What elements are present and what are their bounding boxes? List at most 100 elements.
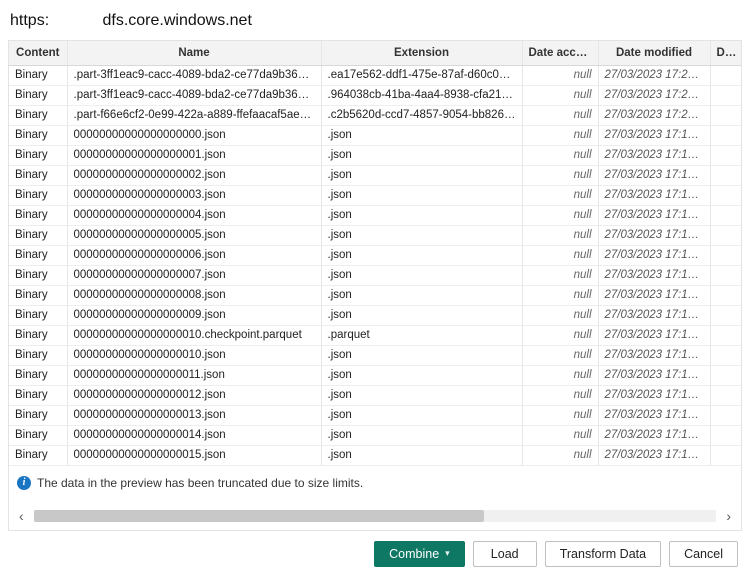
cell-content[interactable]: Binary — [9, 405, 67, 425]
cell-name[interactable]: 00000000000000000008.json — [67, 285, 321, 305]
horizontal-scrollbar[interactable]: ‹ › — [9, 504, 741, 530]
cell-name[interactable]: 00000000000000000001.json — [67, 145, 321, 165]
table-row[interactable]: Binary00000000000000000014.json.jsonnull… — [9, 425, 742, 445]
cell-content[interactable]: Binary — [9, 105, 67, 125]
col-header-date-accessed[interactable]: Date accessed — [522, 41, 598, 65]
cell-extension[interactable]: .json — [321, 345, 522, 365]
cell-extension[interactable]: .json — [321, 385, 522, 405]
scroll-left-icon[interactable]: ‹ — [17, 508, 26, 524]
cell-content[interactable]: Binary — [9, 145, 67, 165]
col-header-date-created[interactable]: Date c — [710, 41, 742, 65]
cell-extension[interactable]: .json — [321, 445, 522, 465]
cell-name[interactable]: .part-3ff1eac9-cacc-4089-bda2-ce77da9b36… — [67, 85, 321, 105]
table-row[interactable]: Binary00000000000000000010.json.jsonnull… — [9, 345, 742, 365]
col-header-date-modified[interactable]: Date modified — [598, 41, 710, 65]
table-row[interactable]: Binary00000000000000000000.json.jsonnull… — [9, 125, 742, 145]
cell-date-created — [710, 85, 742, 105]
cell-extension[interactable]: .json — [321, 425, 522, 445]
table-row[interactable]: Binary.part-f66e6cf2-0e99-422a-a889-ffef… — [9, 105, 742, 125]
cell-content[interactable]: Binary — [9, 285, 67, 305]
cell-content[interactable]: Binary — [9, 365, 67, 385]
info-icon: i — [17, 476, 31, 490]
cell-content[interactable]: Binary — [9, 445, 67, 465]
load-button[interactable]: Load — [473, 541, 537, 567]
combine-button[interactable]: Combine ▾ — [374, 541, 465, 567]
col-header-content[interactable]: Content — [9, 41, 67, 65]
cell-extension[interactable]: .json — [321, 125, 522, 145]
col-header-name[interactable]: Name — [67, 41, 321, 65]
col-header-extension[interactable]: Extension — [321, 41, 522, 65]
cell-name[interactable]: .part-3ff1eac9-cacc-4089-bda2-ce77da9b36… — [67, 65, 321, 85]
cell-name[interactable]: 00000000000000000011.json — [67, 365, 321, 385]
cell-name[interactable]: 00000000000000000005.json — [67, 225, 321, 245]
cell-extension[interactable]: .json — [321, 205, 522, 225]
table-row[interactable]: Binary00000000000000000006.json.jsonnull… — [9, 245, 742, 265]
cell-extension[interactable]: .json — [321, 185, 522, 205]
cell-name[interactable]: 00000000000000000003.json — [67, 185, 321, 205]
preview-pane: Content Name Extension Date accessed Dat… — [8, 40, 742, 531]
cell-name[interactable]: 00000000000000000006.json — [67, 245, 321, 265]
table-row[interactable]: Binary.part-3ff1eac9-cacc-4089-bda2-ce77… — [9, 85, 742, 105]
table-row[interactable]: Binary00000000000000000003.json.jsonnull… — [9, 185, 742, 205]
table-row[interactable]: Binary00000000000000000008.json.jsonnull… — [9, 285, 742, 305]
cell-name[interactable]: 00000000000000000009.json — [67, 305, 321, 325]
cell-name[interactable]: 00000000000000000002.json — [67, 165, 321, 185]
cell-content[interactable]: Binary — [9, 65, 67, 85]
cell-extension[interactable]: .json — [321, 285, 522, 305]
cell-content[interactable]: Binary — [9, 425, 67, 445]
cell-name[interactable]: 00000000000000000015.json — [67, 445, 321, 465]
table-row[interactable]: Binary00000000000000000010.checkpoint.pa… — [9, 325, 742, 345]
cell-extension[interactable]: .json — [321, 365, 522, 385]
scrollbar-track[interactable] — [34, 510, 717, 522]
cancel-button[interactable]: Cancel — [669, 541, 738, 567]
cell-date-accessed: null — [522, 225, 598, 245]
cell-content[interactable]: Binary — [9, 225, 67, 245]
cell-extension[interactable]: .json — [321, 405, 522, 425]
table-row[interactable]: Binary00000000000000000002.json.jsonnull… — [9, 165, 742, 185]
table-row[interactable]: Binary00000000000000000007.json.jsonnull… — [9, 265, 742, 285]
table-row[interactable]: Binary00000000000000000011.json.jsonnull… — [9, 365, 742, 385]
cell-name[interactable]: 00000000000000000000.json — [67, 125, 321, 145]
cell-extension[interactable]: .json — [321, 225, 522, 245]
cell-name[interactable]: 00000000000000000012.json — [67, 385, 321, 405]
cell-date-created — [710, 65, 742, 85]
table-row[interactable]: Binary.part-3ff1eac9-cacc-4089-bda2-ce77… — [9, 65, 742, 85]
cell-content[interactable]: Binary — [9, 325, 67, 345]
scroll-right-icon[interactable]: › — [724, 508, 733, 524]
cell-extension[interactable]: .json — [321, 305, 522, 325]
cell-content[interactable]: Binary — [9, 165, 67, 185]
table-row[interactable]: Binary00000000000000000012.json.jsonnull… — [9, 385, 742, 405]
cell-content[interactable]: Binary — [9, 125, 67, 145]
cell-extension[interactable]: .json — [321, 145, 522, 165]
cell-extension[interactable]: .json — [321, 165, 522, 185]
cell-extension[interactable]: .964038cb-41ba-4aa4-8938-cfa21930555b — [321, 85, 522, 105]
cell-name[interactable]: 00000000000000000014.json — [67, 425, 321, 445]
cell-name[interactable]: 00000000000000000004.json — [67, 205, 321, 225]
table-row[interactable]: Binary00000000000000000015.json.jsonnull… — [9, 445, 742, 465]
cell-content[interactable]: Binary — [9, 265, 67, 285]
table-row[interactable]: Binary00000000000000000005.json.jsonnull… — [9, 225, 742, 245]
cell-name[interactable]: 00000000000000000013.json — [67, 405, 321, 425]
cell-name[interactable]: 00000000000000000010.json — [67, 345, 321, 365]
transform-data-button[interactable]: Transform Data — [545, 541, 661, 567]
cell-content[interactable]: Binary — [9, 85, 67, 105]
cell-extension[interactable]: .parquet — [321, 325, 522, 345]
cell-extension[interactable]: .json — [321, 245, 522, 265]
cell-content[interactable]: Binary — [9, 305, 67, 325]
cell-extension[interactable]: .json — [321, 265, 522, 285]
cell-content[interactable]: Binary — [9, 385, 67, 405]
cell-content[interactable]: Binary — [9, 185, 67, 205]
table-row[interactable]: Binary00000000000000000013.json.jsonnull… — [9, 405, 742, 425]
scrollbar-thumb[interactable] — [34, 510, 485, 522]
table-row[interactable]: Binary00000000000000000009.json.jsonnull… — [9, 305, 742, 325]
cell-name[interactable]: 00000000000000000010.checkpoint.parquet — [67, 325, 321, 345]
cell-content[interactable]: Binary — [9, 345, 67, 365]
cell-extension[interactable]: .c2b5620d-ccd7-4857-9054-bb826d79604b — [321, 105, 522, 125]
cell-extension[interactable]: .ea17e562-ddf1-475e-87af-d60c0ebc64e4 — [321, 65, 522, 85]
cell-name[interactable]: .part-f66e6cf2-0e99-422a-a889-ffefaacaf5… — [67, 105, 321, 125]
table-row[interactable]: Binary00000000000000000001.json.jsonnull… — [9, 145, 742, 165]
cell-content[interactable]: Binary — [9, 205, 67, 225]
cell-content[interactable]: Binary — [9, 245, 67, 265]
table-row[interactable]: Binary00000000000000000004.json.jsonnull… — [9, 205, 742, 225]
cell-name[interactable]: 00000000000000000007.json — [67, 265, 321, 285]
